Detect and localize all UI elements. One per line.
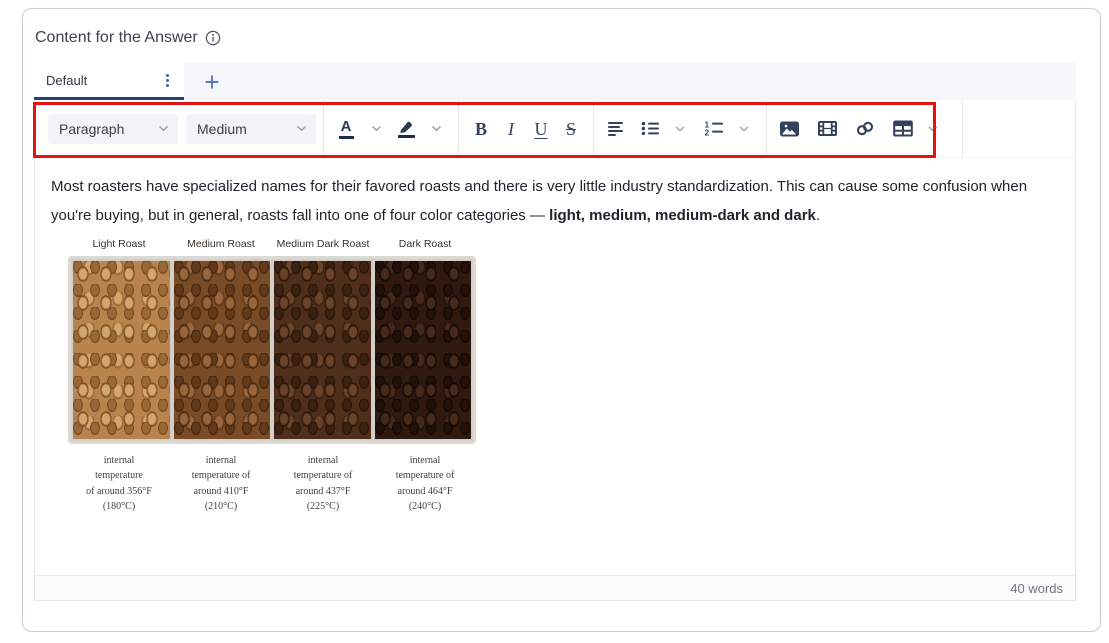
toolbar-divider bbox=[458, 100, 459, 157]
roast-label: Medium Roast bbox=[170, 239, 272, 250]
underline-button[interactable]: U bbox=[526, 111, 556, 147]
tab-bar: Default bbox=[34, 63, 1076, 100]
underline-icon: U bbox=[535, 120, 548, 138]
align-button[interactable] bbox=[601, 111, 631, 147]
editor-paragraph: Most roasters have specialized names for… bbox=[51, 172, 1046, 230]
numbered-list-icon: 1 2 bbox=[704, 121, 724, 136]
editor-status-bar: 40 words bbox=[35, 575, 1075, 600]
roast-panel-4 bbox=[375, 261, 472, 439]
toolbar-divider bbox=[323, 100, 324, 157]
editor-toolbar: Paragraph Medium A bbox=[35, 100, 1075, 158]
italic-icon: I bbox=[508, 120, 514, 138]
roast-beans-panels bbox=[68, 256, 476, 444]
rich-text-editor: Paragraph Medium A bbox=[34, 100, 1076, 601]
word-count: 40 words bbox=[1010, 581, 1063, 596]
paragraph-suffix: . bbox=[816, 207, 820, 224]
insert-link-button[interactable] bbox=[850, 111, 880, 147]
roast-captions-row: internal temperature of around 356°F (18… bbox=[68, 453, 476, 515]
paragraph-regular-text: Most roasters have specialized names for… bbox=[51, 178, 1027, 224]
paragraph-bold-text: light, medium, medium-dark and dark bbox=[549, 207, 816, 224]
image-icon bbox=[779, 120, 800, 138]
bulleted-list-icon bbox=[641, 121, 660, 136]
roast-caption: internal temperature of around 437°F (22… bbox=[272, 453, 374, 515]
insert-media-button[interactable] bbox=[812, 111, 842, 147]
table-icon bbox=[893, 120, 913, 137]
numbered-list-button[interactable]: 1 2 bbox=[699, 111, 729, 147]
bulleted-list-dropdown[interactable] bbox=[665, 111, 695, 147]
info-icon[interactable] bbox=[205, 30, 221, 46]
roast-comparison-image[interactable]: Light Roast Medium Roast Medium Dark Roa… bbox=[68, 239, 476, 515]
page-title: Content for the Answer bbox=[35, 29, 198, 47]
chevron-down-icon bbox=[371, 125, 382, 132]
card-header: Content for the Answer bbox=[35, 29, 221, 47]
highlight-button[interactable] bbox=[391, 111, 421, 147]
chevron-down-icon bbox=[928, 126, 938, 132]
font-color-icon: A bbox=[339, 119, 354, 139]
toolbar-divider bbox=[766, 100, 767, 157]
roast-labels-row: Light Roast Medium Roast Medium Dark Roa… bbox=[68, 239, 476, 250]
toolbar-divider bbox=[962, 100, 963, 157]
insert-table-dropdown[interactable] bbox=[918, 111, 948, 147]
chevron-down-icon bbox=[158, 125, 169, 132]
bold-icon: B bbox=[475, 120, 487, 138]
add-tab-button[interactable] bbox=[184, 63, 240, 100]
roast-panel-2 bbox=[174, 261, 271, 439]
roast-caption: internal temperature of around 464°F (24… bbox=[374, 453, 476, 515]
bulleted-list-button[interactable] bbox=[635, 111, 665, 147]
roast-label: Medium Dark Roast bbox=[272, 239, 374, 250]
roast-label: Light Roast bbox=[68, 239, 170, 250]
paragraph-style-value: Paragraph bbox=[59, 121, 124, 137]
strikethrough-icon: S bbox=[566, 120, 576, 138]
numbered-list-dropdown[interactable] bbox=[729, 111, 759, 147]
paragraph-style-select[interactable]: Paragraph bbox=[48, 114, 178, 144]
link-icon bbox=[855, 120, 875, 137]
tab-menu-icon[interactable] bbox=[161, 71, 174, 90]
chevron-down-icon bbox=[739, 126, 749, 132]
roast-caption: internal temperature of around 410°F (21… bbox=[170, 453, 272, 515]
insert-table-button[interactable] bbox=[888, 111, 918, 147]
strikethrough-button[interactable]: S bbox=[556, 111, 586, 147]
chevron-down-icon bbox=[675, 126, 685, 132]
toolbar-divider bbox=[593, 100, 594, 157]
content-card: Content for the Answer Default bbox=[22, 8, 1101, 632]
svg-text:2: 2 bbox=[705, 128, 710, 136]
insert-image-button[interactable] bbox=[774, 111, 804, 147]
tab-default-label: Default bbox=[46, 73, 87, 88]
chevron-down-icon bbox=[296, 125, 307, 132]
chevron-down-icon bbox=[431, 125, 442, 132]
font-size-value: Medium bbox=[197, 121, 247, 137]
editor-content-area[interactable]: Most roasters have specialized names for… bbox=[35, 158, 1075, 575]
roast-panel-1 bbox=[73, 261, 170, 439]
media-icon bbox=[817, 120, 838, 137]
roast-panel-3 bbox=[274, 261, 371, 439]
roast-label: Dark Roast bbox=[374, 239, 476, 250]
highlight-dropdown[interactable] bbox=[421, 111, 451, 147]
plus-icon bbox=[204, 74, 220, 90]
font-color-dropdown[interactable] bbox=[361, 111, 391, 147]
tab-default[interactable]: Default bbox=[34, 63, 184, 100]
italic-button[interactable]: I bbox=[496, 111, 526, 147]
font-size-select[interactable]: Medium bbox=[186, 114, 316, 144]
highlight-marker-icon bbox=[398, 120, 415, 138]
align-left-icon bbox=[607, 121, 625, 137]
font-color-button[interactable]: A bbox=[331, 111, 361, 147]
roast-caption: internal temperature of around 356°F (18… bbox=[68, 453, 170, 515]
bold-button[interactable]: B bbox=[466, 111, 496, 147]
